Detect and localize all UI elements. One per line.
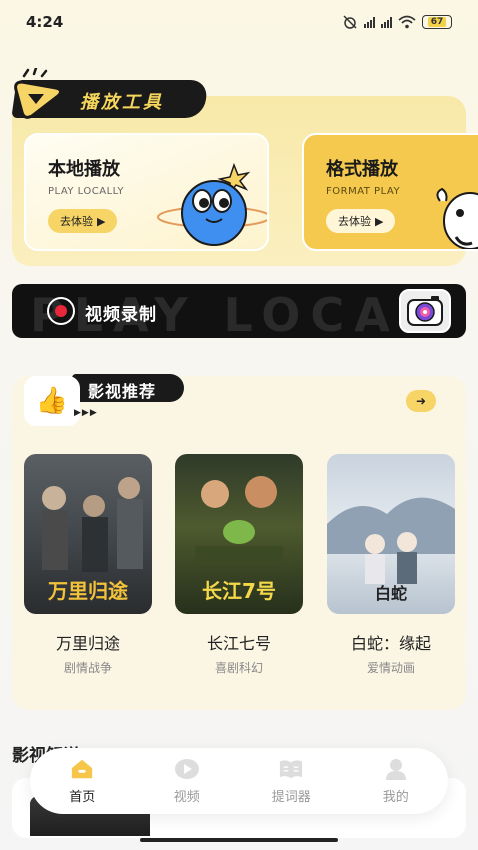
thumbs-up-icon: 👍 (24, 376, 80, 426)
mascot-icon (436, 187, 478, 249)
movie-name[interactable]: 万里归途 (24, 630, 152, 654)
poster-title: 长江7号 (202, 579, 276, 603)
signal-icon (381, 16, 392, 28)
movie-poster[interactable]: 长江7号 (175, 454, 303, 614)
signal-icon (364, 16, 375, 28)
record-icon (47, 297, 75, 325)
play-icon (174, 758, 199, 780)
movie-poster[interactable]: 万里归途 (24, 454, 152, 614)
card-title: 本地播放 (48, 159, 120, 180)
triangle-right-icon: ▶ (97, 214, 106, 228)
status-icons: 67 (342, 15, 452, 29)
tools-title: 播放工具 (80, 92, 164, 113)
record-label: 视频录制 (85, 305, 157, 325)
home-icon (70, 758, 94, 780)
button-label: 去体验 (60, 215, 93, 228)
movie-name[interactable]: 长江七号 (175, 630, 303, 654)
home-indicator (140, 838, 338, 842)
play-locally-card[interactable]: 本地播放 PLAY LOCALLY 去体验 ▶ (24, 133, 269, 251)
card-subtitle: PLAY LOCALLY (48, 186, 125, 197)
tab-label: 首页 (69, 789, 96, 805)
card-title: 格式播放 (326, 159, 398, 180)
movie-genre: 爱情动画 (366, 661, 415, 675)
camera-icon (399, 289, 451, 333)
movie-genre: 剧情战争 (63, 661, 112, 675)
wifi-icon (398, 15, 416, 29)
try-local-button[interactable]: 去体验 ▶ (48, 209, 118, 233)
card-subtitle: FORMAT PLAY (326, 186, 401, 197)
poster-title: 白蛇 (374, 584, 407, 603)
triangle-right-icon: ▶ (375, 214, 384, 228)
battery-icon: 67 (422, 15, 452, 29)
movie-name[interactable]: 白蛇：缘起 (327, 630, 455, 654)
tab-label: 视频 (173, 789, 200, 805)
status-bar: 4:24 67 (0, 0, 478, 44)
tab-video[interactable]: 视频 (147, 758, 227, 805)
video-record-banner[interactable]: PLAY LOCAL 视频录制 (12, 284, 466, 338)
recommend-dots: ▶▶▶ (74, 408, 98, 418)
tab-profile[interactable]: 我的 (356, 758, 436, 805)
status-time: 4:24 (26, 13, 64, 31)
movie-genre: 喜剧科幻 (214, 661, 263, 675)
battery-level: 67 (427, 17, 447, 27)
bottom-tab-bar: 首页 视频 提词器 我的 (30, 748, 448, 814)
poster-title: 万里归途 (48, 579, 128, 603)
play-tool-logo-icon (14, 68, 63, 119)
button-label: 去体验 (338, 215, 371, 228)
book-icon (279, 758, 303, 780)
alarm-off-icon (343, 15, 357, 29)
tab-home[interactable]: 首页 (42, 758, 122, 805)
recommend-title: 影视推荐 (88, 382, 157, 401)
planet-mascot-icon (157, 162, 267, 246)
arrow-right-icon[interactable]: ➜ (406, 390, 436, 412)
try-format-button[interactable]: 去体验 ▶ (326, 209, 396, 233)
user-icon (384, 758, 408, 780)
format-play-card[interactable]: 格式播放 FORMAT PLAY 去体验 ▶ (302, 133, 478, 251)
tab-label: 我的 (382, 789, 409, 805)
tab-teleprompter[interactable]: 提词器 (251, 758, 331, 805)
tab-label: 提词器 (271, 789, 311, 805)
movie-poster[interactable]: 白蛇 (327, 454, 455, 614)
